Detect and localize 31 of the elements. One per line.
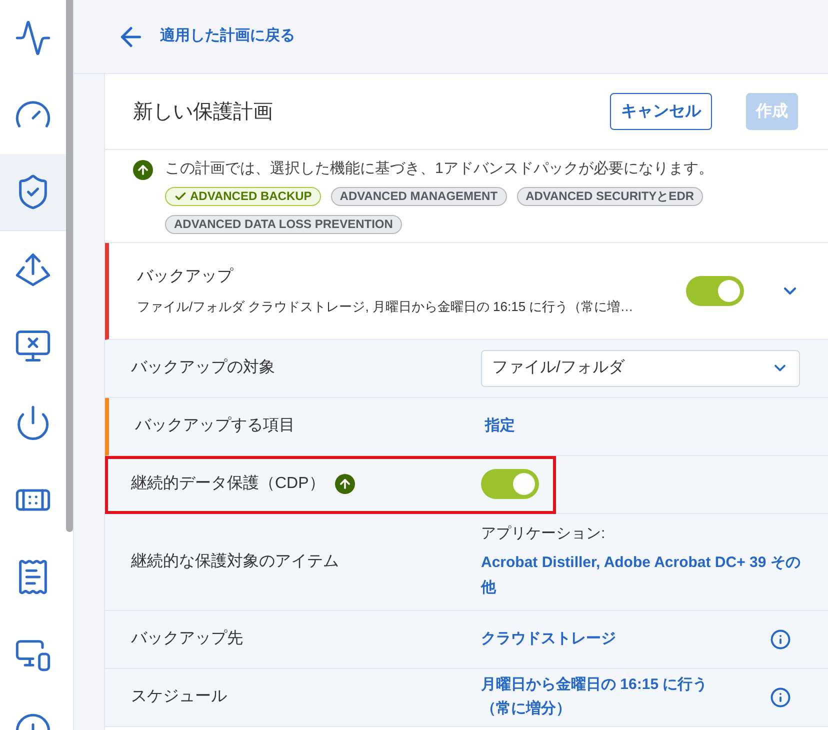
section-summary: ファイル/フォルダ クラウドストレージ, 月曜日から金曜日の 16:15 に行う（常に増… (137, 298, 634, 316)
items-caption: アプリケーション: (481, 524, 606, 544)
pack-tag: ADVANCED SECURITYとEDR (516, 186, 704, 206)
items-link[interactable]: Acrobat Distiller, Adobe Acrobat DC+ 39 その他 (481, 550, 801, 600)
pack-tag: ADVANCED MANAGEMENT (330, 186, 507, 206)
toggle-switch[interactable] (686, 276, 744, 306)
pack-tag: ADVANCED DATA LOSS PREVENTION (165, 214, 402, 234)
value-link[interactable]: クラウドストレージ (481, 627, 721, 651)
setting-label: 継続的データ保護（CDP） (131, 474, 325, 494)
sidebar-item[interactable] (0, 154, 66, 231)
section-title: バックアップ (137, 266, 234, 287)
cancel-button[interactable]: キャンセル (610, 93, 712, 130)
specify-link[interactable]: 指定 (485, 414, 515, 438)
pack-tag: ADVANCED BACKUP (165, 186, 321, 206)
upgrade-icon (133, 160, 153, 180)
setting-label: バックアップする項目 (135, 416, 295, 436)
check-icon (174, 190, 187, 202)
info-icon (770, 628, 791, 650)
value-link[interactable]: 月曜日から金曜日の 16:15 に行う（常に増分） (481, 673, 721, 721)
panel-title: 新しい保護計画 (133, 100, 274, 124)
scrollbar-thumb[interactable] (66, 0, 73, 532)
setting-label: バックアップの対象 (131, 358, 275, 378)
select-field[interactable]: ファイル/フォルダ (481, 350, 800, 386)
setting-label: バックアップ先 (131, 628, 243, 649)
setting-label: 継続的な保護対象のアイテム (131, 552, 339, 572)
setting-label: スケジュール (131, 687, 227, 707)
back-link[interactable]: 適用した計画に戻る (114, 22, 295, 52)
notice-text: この計画では、選択した機能に基づき、1アドバンスドパックが必要になります。 (165, 159, 714, 179)
toggle-switch[interactable] (481, 469, 539, 499)
info-icon (770, 686, 791, 708)
pulse-icon (14, 19, 52, 57)
